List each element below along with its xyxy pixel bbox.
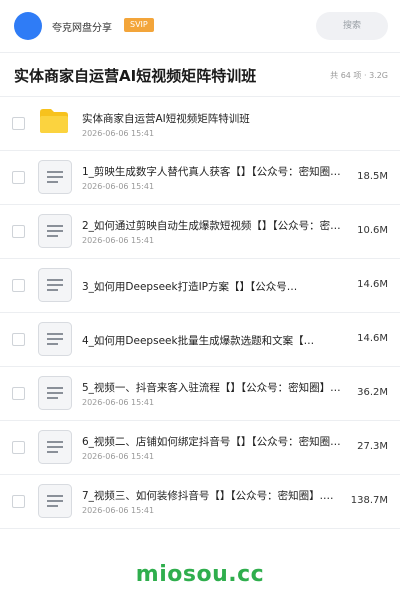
file-name: 3_如何用Deepseek打造IP方案【】【公众号… — [82, 281, 298, 293]
file-list: 实体商家自运营AI短视频矩阵特训班 2026-06-06 15:41 1_剪映生… — [0, 96, 400, 550]
row-checkbox[interactable] — [12, 387, 25, 400]
list-item[interactable]: 6_视频二、店铺如何绑定抖音号【】【公众号：密知圈… 2026-06-06 15… — [0, 421, 400, 475]
document-icon — [38, 322, 72, 356]
file-name: 7_视频三、如何装修抖音号【】【公众号：密知圈】.… — [82, 490, 334, 502]
file-date: 2026-06-06 15:41 — [82, 398, 155, 407]
file-size: 36.2M — [357, 387, 388, 398]
document-icon — [38, 430, 72, 464]
row-checkbox[interactable] — [12, 117, 25, 130]
watermark: miosou.cc — [135, 562, 265, 587]
document-icon — [38, 214, 72, 248]
row-checkbox[interactable] — [12, 333, 25, 346]
search-input[interactable]: 搜索 — [316, 12, 388, 40]
file-size: 10.6M — [357, 225, 388, 236]
file-size: 14.6M — [357, 333, 388, 344]
share-meta: 共 64 项 · 3.2G — [330, 71, 388, 80]
file-date: 2026-06-06 15:41 — [82, 506, 155, 515]
row-checkbox[interactable] — [12, 441, 25, 454]
document-icon — [38, 160, 72, 194]
list-item[interactable]: 1_剪映生成数字人替代真人获客【】【公众号：密知圈… 2026-06-06 15… — [0, 151, 400, 205]
list-item[interactable]: 4_如何用Deepseek批量生成爆款选题和文案【… 14.6M — [0, 313, 400, 367]
page-title: 实体商家自运营AI短视频矩阵特训班 — [14, 67, 257, 85]
file-name: 实体商家自运营AI短视频矩阵特训班 — [82, 113, 250, 125]
document-icon — [38, 376, 72, 410]
list-item[interactable]: 实体商家自运营AI短视频矩阵特训班 2026-06-06 15:41 — [0, 97, 400, 151]
file-date: 2026-06-06 15:41 — [82, 236, 155, 245]
row-checkbox[interactable] — [12, 225, 25, 238]
folder-icon — [40, 109, 68, 133]
row-checkbox[interactable] — [12, 279, 25, 292]
file-name: 2_如何通过剪映自动生成爆款短视频【】【公众号：密… — [82, 220, 341, 232]
document-icon — [38, 268, 72, 302]
file-size: 27.3M — [357, 441, 388, 452]
list-item[interactable]: 7_视频三、如何装修抖音号【】【公众号：密知圈】.… 2026-06-06 15… — [0, 475, 400, 529]
file-name: 1_剪映生成数字人替代真人获客【】【公众号：密知圈… — [82, 166, 341, 178]
list-item[interactable]: 3_如何用Deepseek打造IP方案【】【公众号… 14.6M — [0, 259, 400, 313]
row-checkbox[interactable] — [12, 495, 25, 508]
file-size: 14.6M — [357, 279, 388, 290]
share-header: 实体商家自运营AI短视频矩阵特训班 共 64 项 · 3.2G — [0, 52, 400, 96]
file-date: 2026-06-06 15:41 — [82, 182, 155, 191]
list-item[interactable]: 2_如何通过剪映自动生成爆款短视频【】【公众号：密… 2026-06-06 15… — [0, 205, 400, 259]
file-name: 6_视频二、店铺如何绑定抖音号【】【公众号：密知圈… — [82, 436, 341, 448]
file-size: 18.5M — [357, 171, 388, 182]
file-date: 2026-06-06 15:41 — [82, 452, 155, 461]
document-icon — [38, 484, 72, 518]
top-bar: 夸克网盘分享 SVIP 搜索 — [0, 0, 400, 52]
list-item[interactable]: 5_视频一、抖音来客入驻流程【】【公众号：密知圈】… 2026-06-06 15… — [0, 367, 400, 421]
username: 夸克网盘分享 — [52, 23, 112, 34]
file-size: 138.7M — [350, 495, 388, 506]
svip-badge: SVIP — [124, 18, 154, 32]
file-name: 4_如何用Deepseek批量生成爆款选题和文案【… — [82, 335, 315, 347]
file-name: 5_视频一、抖音来客入驻流程【】【公众号：密知圈】… — [82, 382, 341, 394]
file-date: 2026-06-06 15:41 — [82, 129, 155, 138]
row-checkbox[interactable] — [12, 171, 25, 184]
avatar[interactable] — [14, 12, 42, 40]
